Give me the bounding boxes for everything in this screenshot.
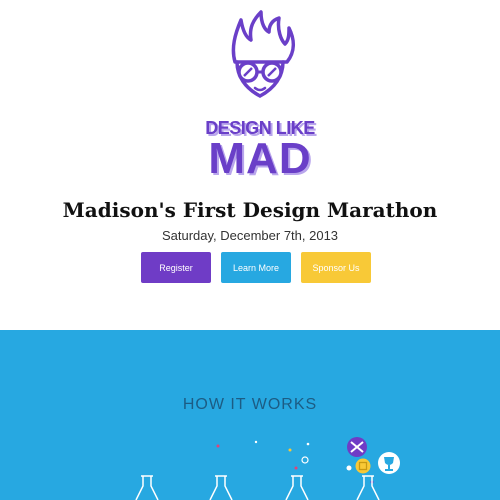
- event-title: Madison's First Design Marathon: [62, 198, 438, 222]
- event-date: Saturday, December 7th, 2013: [161, 228, 339, 243]
- how-it-works-title: HOW IT WORKS: [182, 396, 318, 413]
- flask-icon: [356, 475, 380, 500]
- hero-section: DESIGN LIKE MAD Madison's First Design M…: [0, 0, 500, 330]
- flask-icon: [135, 475, 159, 500]
- flask-illustration: [135, 437, 400, 500]
- gold-coin-badge-icon: [355, 458, 371, 474]
- logo[interactable]: DESIGN LIKE MAD: [205, 10, 315, 190]
- logo-tagline-line2: MAD: [208, 134, 312, 183]
- flask-icon: [285, 475, 309, 500]
- register-button[interactable]: Register: [141, 252, 211, 283]
- mad-scientist-logo-icon: [231, 10, 295, 98]
- trophy-badge-icon: [378, 452, 400, 474]
- shuffle-badge-icon: [347, 437, 367, 457]
- sponsor-us-button[interactable]: Sponsor Us: [301, 252, 371, 283]
- how-it-works-section: HOW IT WORKS: [0, 330, 500, 500]
- flask-icon: [209, 475, 233, 500]
- learn-more-button[interactable]: Learn More: [221, 252, 291, 283]
